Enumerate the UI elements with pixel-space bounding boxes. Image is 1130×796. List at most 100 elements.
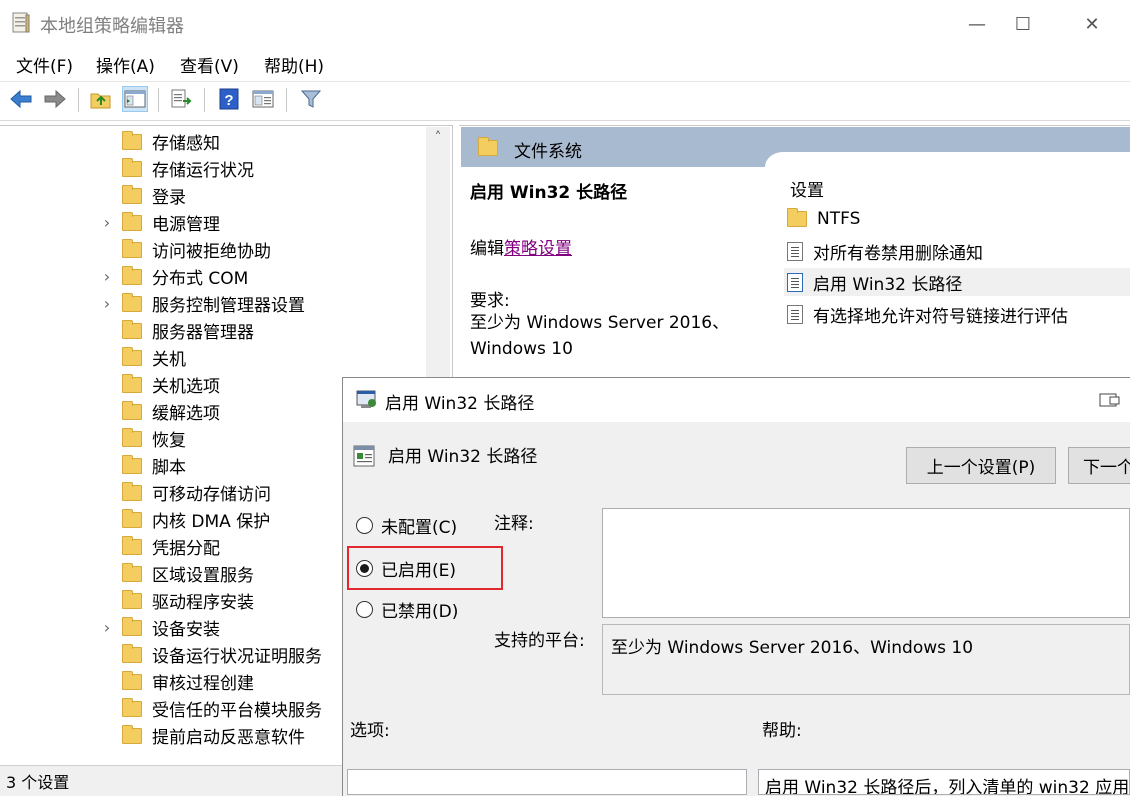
menu-help[interactable]: 帮助(H) bbox=[264, 52, 324, 77]
annotation-highlight-box bbox=[347, 546, 503, 590]
folder-icon bbox=[787, 208, 807, 227]
tree-item-label: 恢复 bbox=[152, 431, 186, 451]
help-icon[interactable]: ? bbox=[216, 86, 242, 112]
toolbar-separator bbox=[204, 88, 205, 112]
folder-icon bbox=[478, 137, 498, 156]
tree-item-label: 电源管理 bbox=[152, 215, 220, 235]
previous-setting-button[interactable]: 上一个设置(P) bbox=[906, 447, 1056, 484]
status-text: 3 个设置 bbox=[6, 773, 70, 792]
policy-settings-link[interactable]: 策略设置 bbox=[504, 239, 572, 259]
radio-label: 未配置(C) bbox=[381, 517, 458, 538]
menu-action[interactable]: 操作(A) bbox=[96, 52, 155, 77]
setting-row-symlink-evaluation[interactable]: 有选择地允许对符号链接进行评估 bbox=[784, 300, 1130, 328]
show-tree-icon[interactable] bbox=[122, 86, 148, 112]
close-button[interactable]: ✕ bbox=[1069, 0, 1115, 48]
tree-item-label: 可移动存储访问 bbox=[152, 485, 271, 505]
folder-icon bbox=[122, 427, 142, 447]
chevron-right-icon[interactable]: › bbox=[100, 213, 114, 232]
dialog-policy-icon bbox=[356, 390, 378, 414]
dialog-restore-icon[interactable] bbox=[1098, 392, 1122, 412]
filter-icon[interactable] bbox=[298, 86, 324, 112]
up-folder-icon[interactable] bbox=[88, 86, 114, 112]
forward-arrow-icon[interactable] bbox=[42, 86, 68, 112]
tree-item-label: 审核过程创建 bbox=[152, 674, 254, 694]
folder-icon bbox=[122, 346, 142, 366]
menu-view[interactable]: 查看(V) bbox=[180, 52, 239, 77]
tree-item[interactable]: 登录 bbox=[100, 182, 186, 209]
tree-item[interactable]: 区域设置服务 bbox=[100, 560, 254, 587]
tree-item[interactable]: 访问被拒绝协助 bbox=[100, 236, 271, 263]
radio-disabled[interactable]: 已禁用(D) bbox=[356, 596, 458, 622]
tree-item[interactable]: › 服务控制管理器设置 bbox=[100, 290, 305, 317]
tree-item[interactable]: 关机 bbox=[100, 344, 186, 371]
details-header-curve bbox=[765, 152, 1130, 172]
menu-bar bbox=[0, 48, 1130, 80]
folder-icon bbox=[122, 724, 142, 744]
folder-icon bbox=[122, 670, 142, 690]
minimize-button[interactable]: — bbox=[954, 0, 1000, 48]
tree-item[interactable]: 服务器管理器 bbox=[100, 317, 254, 344]
setting-row-disable-delete-notification[interactable]: 对所有卷禁用删除通知 bbox=[784, 237, 1130, 265]
settings-column-header[interactable]: 设置 bbox=[790, 176, 824, 201]
scroll-up-icon[interactable]: ˄ bbox=[426, 130, 450, 150]
toolbar-separator bbox=[78, 88, 79, 112]
tree-item-label: 提前启动反恶意软件 bbox=[152, 728, 305, 748]
folder-icon bbox=[122, 265, 142, 285]
policy-document-icon bbox=[787, 272, 803, 292]
back-arrow-icon[interactable] bbox=[8, 86, 34, 112]
tree-item[interactable]: 内核 DMA 保护 bbox=[100, 506, 270, 533]
tree-item[interactable]: › 设备安装 bbox=[100, 614, 220, 641]
maximize-button[interactable]: ☐ bbox=[1000, 0, 1046, 48]
folder-icon bbox=[122, 319, 142, 339]
tree-item-label: 区域设置服务 bbox=[152, 566, 254, 586]
menu-file[interactable]: 文件(F) bbox=[16, 52, 73, 77]
setting-row-win32-long-paths[interactable]: 启用 Win32 长路径 bbox=[784, 268, 1130, 296]
folder-icon bbox=[122, 454, 142, 474]
chevron-right-icon[interactable]: › bbox=[100, 618, 114, 637]
radio-circle bbox=[356, 600, 373, 618]
tree-item[interactable]: 设备运行状况证明服务 bbox=[100, 641, 322, 668]
details-header-title: 文件系统 bbox=[514, 142, 582, 162]
tree-item[interactable]: 存储运行状况 bbox=[100, 155, 254, 182]
requirement-label: 要求: bbox=[470, 291, 510, 311]
dialog-title: 启用 Win32 长路径 bbox=[385, 394, 535, 414]
tree-item-label: 内核 DMA 保护 bbox=[152, 512, 271, 532]
supported-platform-field: 至少为 Windows Server 2016、Windows 10 bbox=[602, 624, 1130, 695]
chevron-right-icon[interactable]: › bbox=[100, 267, 114, 286]
radio-label: 已禁用(D) bbox=[381, 601, 459, 622]
folder-icon bbox=[122, 643, 142, 663]
chevron-right-icon[interactable]: › bbox=[100, 294, 114, 313]
tree-item[interactable]: 审核过程创建 bbox=[100, 668, 254, 695]
tree-item[interactable]: › 电源管理 bbox=[100, 209, 220, 236]
tree-item-label: 登录 bbox=[152, 188, 186, 208]
policy-document-icon bbox=[787, 241, 803, 261]
tree-item[interactable]: 受信任的平台模块服务 bbox=[100, 695, 322, 722]
tree-item[interactable]: 提前启动反恶意软件 bbox=[100, 722, 305, 749]
tree-item[interactable]: 可移动存储访问 bbox=[100, 479, 271, 506]
folder-icon bbox=[122, 292, 142, 312]
folder-icon bbox=[122, 211, 142, 231]
tree-item[interactable]: 缓解选项 bbox=[100, 398, 220, 425]
folder-icon bbox=[122, 130, 142, 150]
folder-icon bbox=[122, 508, 142, 528]
edit-policy-line: 编辑策略设置 bbox=[470, 234, 572, 259]
export-list-icon[interactable] bbox=[168, 86, 194, 112]
tree-item[interactable]: 凭据分配 bbox=[100, 533, 220, 560]
tree-item[interactable]: 关机选项 bbox=[100, 371, 220, 398]
tree-item-label: 受信任的平台模块服务 bbox=[152, 701, 322, 721]
setting-row-ntfs[interactable]: NTFS bbox=[784, 205, 1130, 233]
tree-item[interactable]: 脚本 bbox=[100, 452, 186, 479]
tree-item[interactable]: 驱动程序安装 bbox=[100, 587, 254, 614]
tree-item[interactable]: › 分布式 COM bbox=[100, 263, 248, 290]
tree-item-label: 凭据分配 bbox=[152, 539, 220, 559]
next-setting-button[interactable]: 下一个 bbox=[1068, 447, 1130, 484]
tree-item-label: 缓解选项 bbox=[152, 404, 220, 424]
tree-item[interactable]: 恢复 bbox=[100, 425, 186, 452]
folder-icon bbox=[122, 562, 142, 582]
radio-circle bbox=[356, 516, 373, 534]
tree-item-label: 分布式 COM bbox=[152, 269, 249, 289]
radio-not-configured[interactable]: 未配置(C) bbox=[356, 512, 457, 538]
tree-item[interactable]: 存储感知 bbox=[100, 128, 220, 155]
properties-icon[interactable] bbox=[250, 86, 276, 112]
comment-textarea[interactable] bbox=[602, 508, 1130, 618]
